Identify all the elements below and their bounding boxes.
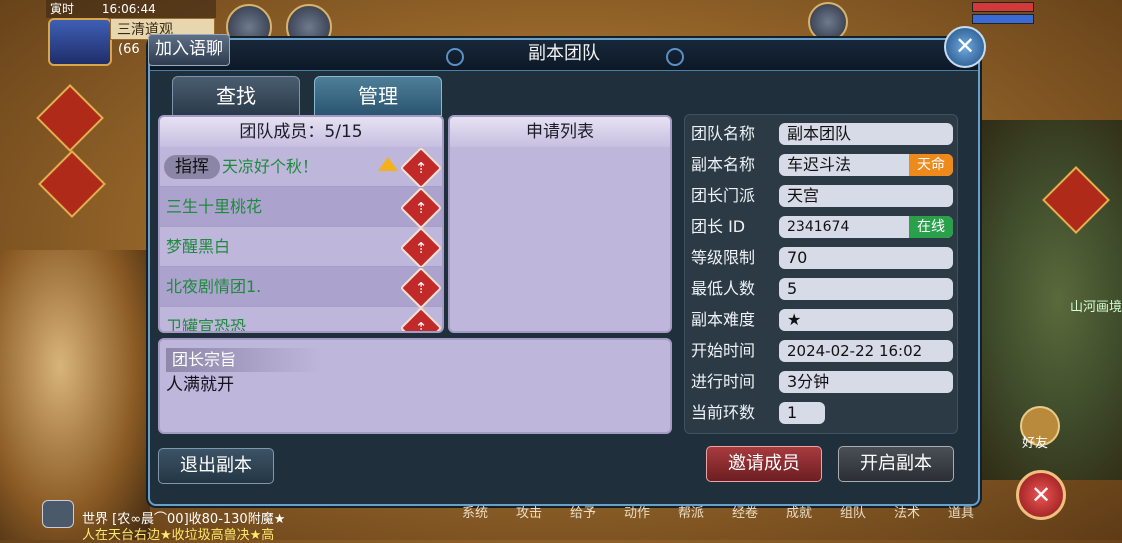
info-label: 团长 ID — [691, 217, 746, 236]
info-row-elapsed: 进行时间 3分钟 — [691, 371, 953, 393]
apply-list-header: 申请列表 — [450, 117, 670, 147]
member-list: 团队成员：5/15 指挥 天凉好个秋！ ⇡ 三生十里桃花 ⇡ 梦醒黑白 ⇡ 北夜… — [158, 115, 444, 333]
instance-name: 车迟斗法 — [787, 155, 852, 174]
start-instance-button[interactable]: 开启副本 — [838, 446, 954, 482]
member-list-header: 团队成员：5/15 — [160, 117, 442, 147]
purpose-label: 团长宗旨 — [166, 348, 322, 372]
menu-item-spell[interactable]: 法术 — [880, 502, 934, 521]
hud-time-bar: 寅时 16:06:44 — [46, 0, 216, 18]
instance-badge: 天命 — [909, 154, 953, 176]
tab-manage[interactable]: 管理 — [314, 76, 442, 116]
clock: 16:06:44 — [101, 2, 156, 16]
menu-item-guild[interactable]: 帮派 — [664, 502, 718, 521]
member-name: 三生十里桃花 — [166, 197, 263, 216]
menu-item-items[interactable]: 道具 — [934, 502, 988, 521]
menu-item-give[interactable]: 给予 — [556, 502, 610, 521]
bottom-menu: 系统 攻击 给予 动作 帮派 经卷 成就 组队 法术 道具 — [448, 502, 1008, 522]
mp-bar — [972, 14, 1034, 24]
info-label: 副本名称 — [691, 155, 756, 174]
player-portrait[interactable] — [48, 18, 112, 66]
info-row-level: 等级限制 70 — [691, 247, 953, 269]
info-row-leader-id: 团长 ID 2341674 在线 — [691, 216, 953, 238]
info-label: 团队名称 — [691, 124, 756, 143]
join-voice-chat-button[interactable]: 加入语聊 — [148, 34, 230, 66]
exit-instance-button[interactable]: 退出副本 — [158, 448, 274, 484]
info-label: 等级限制 — [691, 248, 756, 267]
info-label: 团长门派 — [691, 186, 756, 205]
leader-purpose-box: 团长宗旨 人满就开 — [158, 338, 672, 434]
member-name: 天凉好个秋！ — [222, 157, 319, 176]
time-tag: 寅时 — [50, 2, 75, 16]
sect-value: 天宫 — [779, 185, 953, 207]
panel-title: 副本团队 — [528, 43, 600, 64]
team-info-panel: 团队名称 副本团队 副本名称 车迟斗法 天命 团长门派 天宫 团长 ID 234… — [684, 114, 958, 434]
info-label: 最低人数 — [691, 279, 756, 298]
member-row[interactable]: 卫罐宣恐恐 ⇡ — [160, 306, 442, 333]
level-value: 70 — [779, 247, 953, 269]
info-label: 开始时间 — [691, 341, 756, 360]
member-row[interactable]: 北夜剧情团1. ⇡ — [160, 266, 442, 310]
min-value: 5 — [779, 278, 953, 300]
start-value: 2024-02-22 16:02 — [779, 340, 953, 362]
chat-bubble-icon[interactable] — [42, 500, 74, 528]
role-weapon-icon: ⇡ — [399, 266, 442, 310]
team-name-value: 副本团队 — [779, 123, 953, 145]
hp-bar — [972, 2, 1034, 12]
apply-list: 申请列表 — [448, 115, 672, 333]
purpose-text: 人满就开 — [166, 375, 234, 395]
event-icon[interactable] — [808, 2, 848, 42]
promote-arrow-icon[interactable] — [378, 157, 398, 171]
friend-label: 好友 — [1022, 436, 1049, 451]
member-row[interactable]: 指挥 天凉好个秋！ ⇡ — [160, 146, 442, 190]
menu-item-system[interactable]: 系统 — [448, 502, 502, 521]
tab-find[interactable]: 查找 — [172, 76, 300, 116]
menu-item-team[interactable]: 组队 — [826, 502, 880, 521]
ring-value: 1 — [779, 402, 825, 424]
info-row-min: 最低人数 5 — [691, 278, 953, 300]
left-expand-button[interactable] — [36, 84, 104, 152]
leader-id-value: 2341674 在线 — [779, 216, 953, 238]
role-weapon-icon: ⇡ — [399, 146, 442, 190]
menu-item-scroll[interactable]: 经卷 — [718, 502, 772, 521]
info-label: 进行时间 — [691, 372, 756, 391]
info-row-sect: 团长门派 天宫 — [691, 185, 953, 207]
elapsed-value: 3分钟 — [779, 371, 953, 393]
leader-tag: 指挥 — [164, 155, 220, 179]
instance-value: 车迟斗法 天命 — [779, 154, 953, 176]
member-name: 北夜剧情团1. — [166, 277, 262, 296]
menu-item-attack[interactable]: 攻击 — [502, 502, 556, 521]
close-menu-icon[interactable]: ✕ — [1016, 470, 1066, 520]
menu-item-action[interactable]: 动作 — [610, 502, 664, 521]
leader-id: 2341674 — [787, 219, 850, 235]
background-scene-left — [0, 250, 150, 540]
member-row[interactable]: 三生十里桃花 ⇡ — [160, 186, 442, 230]
online-badge: 在线 — [909, 216, 953, 238]
role-weapon-icon: ⇡ — [399, 226, 442, 270]
info-row-start: 开始时间 2024-02-22 16:02 — [691, 340, 953, 362]
info-label: 副本难度 — [691, 310, 756, 329]
member-name: 卫罐宣恐恐 — [166, 317, 247, 333]
member-row[interactable]: 梦醒黑白 ⇡ — [160, 226, 442, 270]
chat-line: 人在天台右边★收垃圾高兽决★高 — [82, 528, 275, 543]
close-icon[interactable]: ✕ — [944, 26, 986, 68]
world-chat[interactable]: 世界 [农∞晨⌒00]收80-130附魔★ 人在天台右边★收垃圾高兽决★高 — [36, 500, 356, 543]
role-weapon-icon: ⇡ — [399, 186, 442, 230]
difficulty-value: ★ — [779, 309, 953, 331]
menu-item-achievement[interactable]: 成就 — [772, 502, 826, 521]
role-weapon-icon: ⇡ — [399, 306, 442, 331]
invite-member-button[interactable]: 邀请成员 — [706, 446, 822, 482]
fullscreen-button[interactable] — [38, 150, 106, 218]
info-row-instance: 副本名称 车迟斗法 天命 — [691, 154, 953, 176]
member-name: 梦醒黑白 — [166, 237, 231, 256]
info-label: 当前环数 — [691, 403, 756, 422]
info-row-ring: 当前环数 1 — [691, 402, 953, 424]
map-location-label: 山河画境 — [1069, 300, 1122, 315]
level-partial: (66 — [118, 42, 140, 57]
info-row-team-name: 团队名称 副本团队 — [691, 123, 953, 145]
info-row-difficulty: 副本难度 ★ — [691, 309, 953, 331]
